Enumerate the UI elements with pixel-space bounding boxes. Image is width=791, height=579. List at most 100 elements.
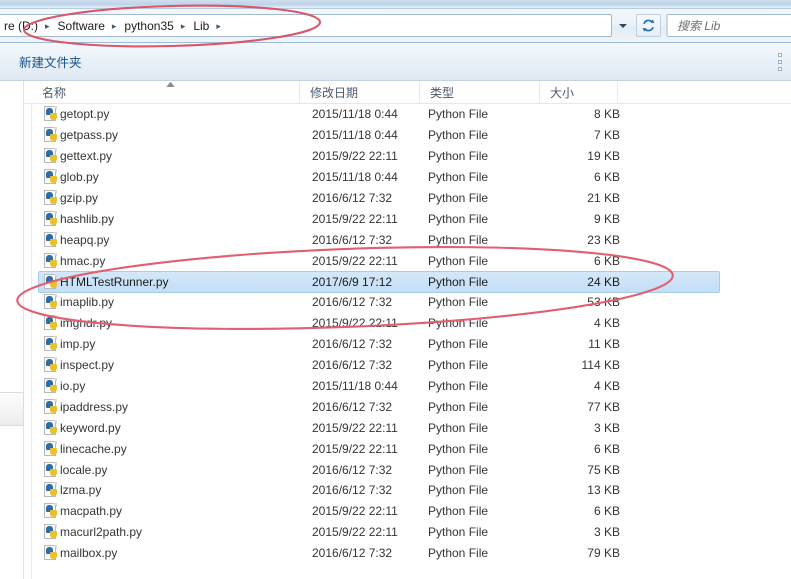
sort-ascending-icon: ▲ (163, 79, 178, 89)
table-row[interactable] (32, 564, 791, 579)
python-file-icon (32, 231, 60, 248)
table-row[interactable]: linecache.py 2015/9/22 22:11 Python File 6 … (32, 438, 791, 459)
table-row[interactable]: hmac.py 2015/9/22 22:11 Python File 6 KB (32, 250, 791, 271)
table-row[interactable]: locale.py 2016/6/12 7:32 Python File 75 KB (32, 459, 791, 480)
file-type: Python File (428, 149, 489, 164)
file-size: 79 KB (587, 546, 620, 561)
toolbar-overflow-icon[interactable] (774, 51, 786, 73)
window-chrome-strip (0, 0, 791, 9)
file-name: imghdr.py (60, 316, 113, 331)
file-name: hashlib.py (60, 211, 115, 226)
file-date-modified: 2016/6/12 7:32 (312, 358, 393, 373)
file-date-modified: 2015/11/18 0:44 (312, 128, 398, 143)
file-type: Python File (428, 504, 489, 519)
breadcrumb-separator-icon: ▸ (45, 20, 50, 31)
file-size: 9 KB (593, 211, 620, 226)
file-size: 6 KB (593, 504, 620, 519)
table-row[interactable]: HTMLTestRunner.py 2017/6/9 17:12 Python Fi… (32, 271, 791, 294)
file-date-modified: 2015/9/22 22:11 (312, 420, 398, 435)
file-date-modified: 2015/9/22 22:11 (312, 525, 398, 540)
refresh-button[interactable] (636, 14, 661, 37)
table-row[interactable]: macpath.py 2015/9/22 22:11 Python File 6 KB (32, 501, 791, 522)
table-row[interactable]: lzma.py 2016/6/12 7:32 Python File 13 KB (32, 480, 791, 501)
file-type: Python File (428, 274, 489, 289)
column-header-type[interactable]: 类型 (420, 81, 540, 104)
python-file-icon (32, 503, 60, 519)
file-type: Python File (428, 462, 489, 477)
file-name: macpath.py (60, 504, 123, 519)
file-size: 23 KB (587, 232, 620, 247)
file-size: 4 KB (593, 379, 620, 394)
breadcrumb-item-lib[interactable]: Lib (190, 17, 212, 35)
python-file-icon (32, 398, 60, 415)
file-date-modified: 2016/6/12 7:32 (312, 483, 393, 498)
python-file-icon (32, 357, 60, 373)
table-row[interactable]: imp.py 2016/6/12 7:32 Python File 11 KB (32, 334, 791, 355)
search-input[interactable]: 搜索 Lib (666, 14, 791, 37)
file-size: 3 KB (593, 420, 620, 435)
file-date-modified: 2015/9/22 22:11 (312, 149, 398, 164)
chevron-down-icon (619, 23, 627, 28)
table-row[interactable]: mailbox.py 2016/6/12 7:32 Python File 79 KB (32, 543, 791, 564)
table-row[interactable]: macurl2path.py 2015/9/22 22:11 Python File… (32, 522, 791, 543)
file-date-modified: 2016/6/12 7:32 (312, 462, 393, 477)
python-file-icon (32, 461, 60, 478)
file-type: Python File (428, 232, 489, 247)
breadcrumb-item-software[interactable]: Software (55, 17, 108, 35)
table-row[interactable]: ipaddress.py 2016/6/12 7:32 Python File 77 … (32, 396, 791, 417)
breadcrumb-item-drive[interactable]: re (D:) (1, 17, 41, 35)
breadcrumb-item-python35[interactable]: python35 (121, 17, 176, 35)
file-size: 77 KB (587, 399, 620, 414)
python-file-icon (32, 190, 60, 206)
table-row[interactable]: imaplib.py 2016/6/12 7:32 Python File 53 KB (32, 292, 791, 313)
address-history-dropdown-button[interactable] (612, 15, 634, 36)
file-type: Python File (428, 441, 489, 456)
file-name: locale.py (60, 462, 108, 477)
python-file-icon (32, 378, 60, 394)
file-type: Python File (428, 253, 489, 268)
table-row[interactable]: gettext.py 2015/9/22 22:11 Python File 19 K… (32, 146, 791, 167)
file-date-modified: 2016/6/12 7:32 (312, 232, 393, 247)
python-file-icon (32, 315, 60, 331)
column-header-date-modified[interactable]: 修改日期 (300, 81, 420, 104)
table-row[interactable]: glob.py 2015/11/18 0:44 Python File 6 KB (32, 167, 791, 188)
column-header-filler (618, 81, 790, 104)
file-type: Python File (428, 525, 489, 540)
table-row[interactable]: getopt.py 2015/11/18 0:44 Python File 8 KB (32, 104, 791, 125)
column-header-size[interactable]: 大小 (540, 81, 618, 104)
file-name: gettext.py (60, 149, 113, 164)
file-name: glob.py (60, 170, 99, 185)
table-row[interactable]: gzip.py 2016/6/12 7:32 Python File 21 KB (32, 188, 791, 209)
file-type: Python File (428, 107, 489, 122)
file-size: 6 KB (593, 441, 620, 456)
table-row[interactable]: keyword.py 2015/9/22 22:11 Python File 3 KB (32, 417, 791, 438)
file-size: 114 KB (581, 358, 620, 373)
file-size: 53 KB (587, 295, 620, 310)
file-date-modified: 2016/6/12 7:32 (312, 337, 393, 352)
table-row[interactable]: heapq.py 2016/6/12 7:32 Python File 23 KB (32, 229, 791, 250)
file-name: io.py (60, 379, 86, 394)
file-date-modified: 2015/11/18 0:44 (312, 379, 398, 394)
file-size: 24 KB (587, 274, 620, 289)
table-row[interactable]: imghdr.py 2015/9/22 22:11 Python File 4 KB (32, 313, 791, 334)
file-type: Python File (428, 379, 489, 394)
file-date-modified: 2016/6/12 7:32 (312, 399, 393, 414)
file-list[interactable]: getopt.py 2015/11/18 0:44 Python File 8 KB g… (32, 104, 791, 579)
new-folder-button[interactable]: 新建文件夹 (14, 52, 87, 74)
file-name: inspect.py (60, 358, 115, 373)
file-name: imaplib.py (60, 295, 115, 310)
table-row[interactable]: inspect.py 2016/6/12 7:32 Python File 114 K… (32, 355, 791, 376)
file-type: Python File (428, 420, 489, 435)
file-type: Python File (428, 399, 489, 414)
file-type: Python File (428, 170, 489, 185)
file-date-modified: 2016/6/12 7:32 (312, 546, 393, 561)
python-file-icon (32, 273, 60, 290)
table-row[interactable]: getpass.py 2015/11/18 0:44 Python File 7 KB (32, 125, 791, 146)
pane-splitter-handle[interactable] (0, 392, 24, 426)
file-date-modified: 2015/11/18 0:44 (312, 107, 398, 122)
table-row[interactable]: hashlib.py 2015/9/22 22:11 Python File 9 KB (32, 208, 791, 229)
file-type: Python File (428, 211, 489, 226)
breadcrumb[interactable]: re (D:) ▸ Software ▸ python35 ▸ Lib ▸ (0, 14, 612, 37)
table-row[interactable]: io.py 2015/11/18 0:44 Python File 4 KB (32, 376, 791, 397)
python-file-icon (32, 210, 60, 227)
